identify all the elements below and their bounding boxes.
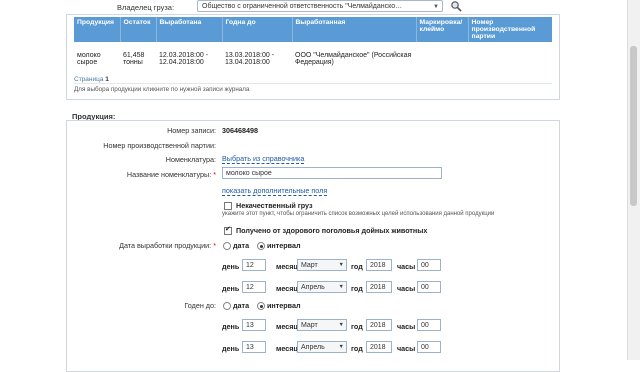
expiry-to-year[interactable]: 2018 xyxy=(366,341,392,353)
expiry-to-hours[interactable]: 00 xyxy=(417,341,441,353)
record-number-value: 306468498 xyxy=(222,126,258,135)
expiry-interval-option: интервал xyxy=(267,301,301,310)
chevron-down-icon: ▼ xyxy=(338,284,344,290)
expiry-from-month-value: Март xyxy=(301,322,318,329)
journal-hint: Для выбора продукции кликните по нужной … xyxy=(74,86,250,93)
expiry-from-year[interactable]: 2018 xyxy=(366,319,392,331)
production-date-radio[interactable] xyxy=(223,242,231,250)
owner-select[interactable]: Общество с ограниченной ответственность … xyxy=(197,0,443,12)
journal-table: Продукция Остаток Выработана Годна до Вы… xyxy=(74,17,552,84)
cell-batch xyxy=(468,42,552,84)
expiry-date-radio[interactable] xyxy=(223,302,231,310)
production-date-label: Дата выработки продукции: * xyxy=(66,241,216,250)
nomenclature-name-label: Название номенклатуры: * xyxy=(66,170,216,179)
expiry-date-option: дата xyxy=(233,301,250,310)
production-interval-option: интервал xyxy=(267,241,301,250)
cell-expires: 13.03.2018:00 - 13.04.2018:00 xyxy=(222,42,292,84)
chevron-down-icon: ▼ xyxy=(338,322,344,328)
year-label: год xyxy=(351,322,363,331)
production-from-month[interactable]: Март ▼ xyxy=(297,259,347,271)
production-from-day[interactable]: 12 xyxy=(242,259,266,271)
owner-label: Владелец груза: xyxy=(117,3,175,12)
column-header: Остаток xyxy=(120,17,157,42)
month-label: месяц xyxy=(276,284,298,293)
table-row[interactable]: молоко сырое 61,458 тонны 12.03.2018:00 … xyxy=(74,42,552,84)
month-label: месяц xyxy=(276,322,298,331)
column-header: Маркировка/ клеймо xyxy=(416,17,469,42)
year-label: год xyxy=(351,284,363,293)
pager: Страница 1 xyxy=(74,76,109,83)
year-label: год xyxy=(351,262,363,271)
column-header: Продукция xyxy=(74,17,121,42)
nomenclature-name-label-text: Название номенклатуры: xyxy=(126,170,212,179)
expiry-from-day[interactable]: 13 xyxy=(242,319,266,331)
batch-label: Номер производственной партии: xyxy=(103,141,216,150)
cell-producer: ООО "Челмайданское" (Российская Федераци… xyxy=(292,42,416,84)
chevron-down-icon: ▼ xyxy=(338,344,344,350)
record-number-label: Номер записи: xyxy=(167,126,216,135)
expiry-from-month[interactable]: Март ▼ xyxy=(297,319,347,331)
production-interval-radio[interactable] xyxy=(257,242,265,250)
day-label: день xyxy=(222,284,240,293)
hours-label: часы xyxy=(397,322,416,331)
show-extra-fields-link[interactable]: показать дополнительные поля xyxy=(222,187,328,196)
expiry-to-month[interactable]: Апрель ▼ xyxy=(297,341,347,353)
cell-produced: 12.03.2018:00 - 12.04.2018:00 xyxy=(156,42,222,84)
year-label: год xyxy=(351,344,363,353)
vertical-scrollbar[interactable] xyxy=(627,0,640,360)
day-label: день xyxy=(222,262,240,271)
column-header: Выработанная xyxy=(292,17,417,42)
hours-label: часы xyxy=(397,262,416,271)
expiry-interval-radio[interactable] xyxy=(257,302,265,310)
nomenclature-label: Номенклатура: xyxy=(165,155,216,164)
expiry-from-hours[interactable]: 00 xyxy=(417,319,441,331)
production-from-hours[interactable]: 00 xyxy=(417,259,441,271)
production-to-hours[interactable]: 00 xyxy=(417,281,441,293)
required-mark: * xyxy=(213,170,216,179)
page: Владелец груза: Общество с ограниченной … xyxy=(0,0,628,372)
production-date-option: дата xyxy=(233,241,250,250)
owner-select-value: Общество с ограниченной ответственность … xyxy=(202,3,403,10)
low-quality-note: укажите этот пункт, чтобы ограничить спи… xyxy=(222,211,495,217)
expiry-label: Годен до: xyxy=(184,301,216,310)
low-quality-label: Некачественный груз xyxy=(236,201,313,210)
hours-label: часы xyxy=(397,344,416,353)
production-from-year[interactable]: 2018 xyxy=(366,259,392,271)
expiry-to-day[interactable]: 13 xyxy=(242,341,266,353)
chevron-down-icon: ▼ xyxy=(338,262,344,268)
month-label: месяц xyxy=(276,262,298,271)
day-label: день xyxy=(222,322,240,331)
required-mark: * xyxy=(213,241,216,250)
production-to-day[interactable]: 12 xyxy=(242,281,266,293)
expiry-to-month-value: Апрель xyxy=(301,344,325,351)
cell-remainder: 61,458 тонны xyxy=(120,42,156,84)
hours-label: часы xyxy=(397,284,416,293)
production-to-month-value: Апрель xyxy=(301,284,325,291)
month-label: месяц xyxy=(276,344,298,353)
pager-page[interactable]: 1 xyxy=(105,76,109,83)
production-from-month-value: Март xyxy=(301,262,318,269)
day-label: день xyxy=(222,344,240,353)
low-quality-checkbox[interactable] xyxy=(224,202,232,210)
healthy-herd-label: Получено от здорового поголовья дойных ж… xyxy=(236,226,428,235)
column-header: Номер производственной партии xyxy=(468,17,552,42)
column-header: Годна до xyxy=(222,17,293,42)
magnifier-icon[interactable] xyxy=(450,0,462,12)
column-header: Выработана xyxy=(156,17,223,42)
cell-marking xyxy=(416,42,468,84)
production-date-label-text: Дата выработки продукции: xyxy=(119,241,212,250)
chevron-down-icon: ▼ xyxy=(433,4,439,10)
production-to-month[interactable]: Апрель ▼ xyxy=(297,281,347,293)
pager-label: Страница xyxy=(74,76,104,83)
production-to-year[interactable]: 2018 xyxy=(366,281,392,293)
choose-from-directory-link[interactable]: Выбрать из справочника xyxy=(222,155,305,164)
scrollbar-thumb[interactable] xyxy=(630,46,637,206)
healthy-herd-checkbox[interactable] xyxy=(224,225,232,235)
nomenclature-name-input[interactable]: молоко сырое xyxy=(222,167,442,179)
